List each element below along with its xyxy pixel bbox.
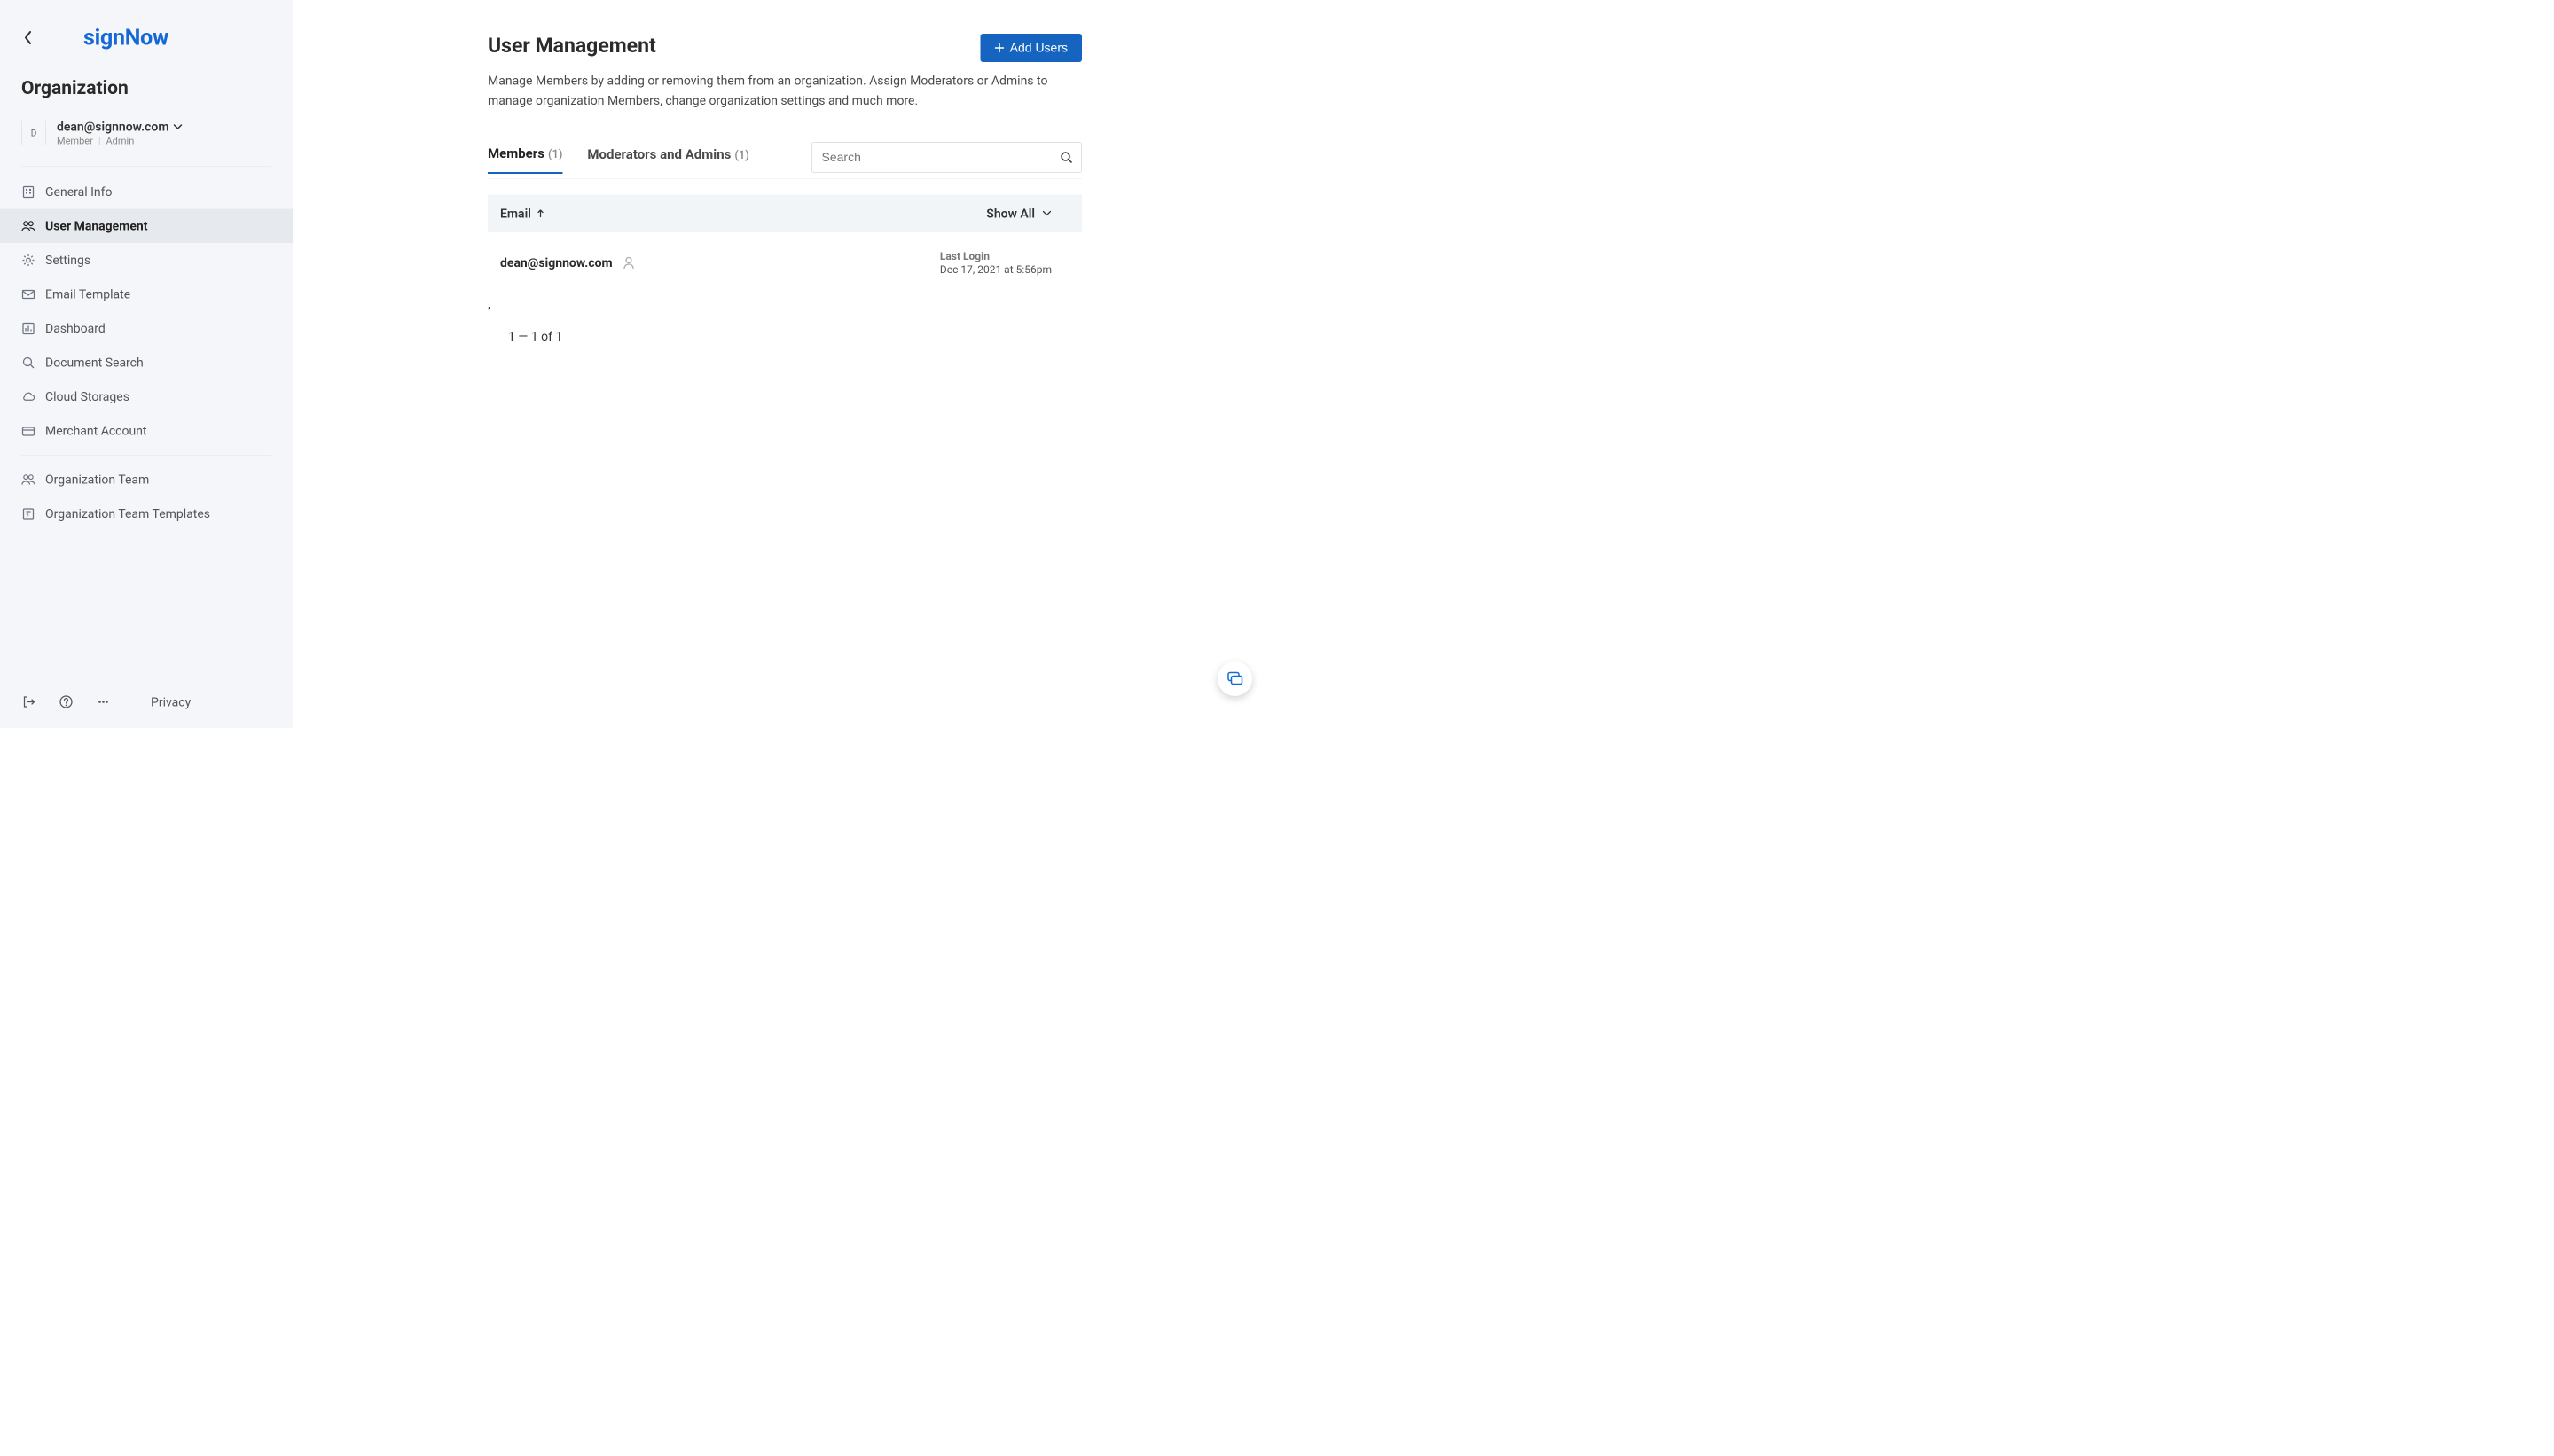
column-header-email: Email xyxy=(500,206,531,221)
tabs-row: Members (1) Moderators and Admins (1) xyxy=(488,142,1082,179)
brand-logo: signNow xyxy=(83,25,168,51)
add-users-button[interactable]: Add Users xyxy=(981,34,1082,62)
users-icon xyxy=(21,473,35,487)
page-title: User Management xyxy=(488,34,656,58)
sidebar-item-label: Dashboard xyxy=(45,321,106,336)
tab-label: Members xyxy=(488,146,544,162)
sidebar-item-organization-team-templates[interactable]: T Organization Team Templates xyxy=(0,497,293,531)
show-all-dropdown[interactable]: Show All xyxy=(986,206,1069,221)
search-icon xyxy=(21,356,35,370)
users-icon xyxy=(21,219,35,233)
sort-email-button[interactable]: Email xyxy=(500,206,544,221)
sidebar-item-label: Cloud Storages xyxy=(45,389,129,404)
tab-moderators[interactable]: Moderators and Admins (1) xyxy=(587,147,748,174)
chevron-down-icon xyxy=(174,123,183,129)
svg-text:T: T xyxy=(27,513,30,518)
sidebar-item-settings[interactable]: Settings xyxy=(0,243,293,278)
role-divider: | xyxy=(98,136,101,147)
nav-list: General Info User Management Settings Em… xyxy=(0,175,293,448)
sidebar-item-label: Settings xyxy=(45,253,90,268)
sidebar-item-cloud-storages[interactable]: Cloud Storages xyxy=(0,380,293,414)
tab-label: Moderators and Admins xyxy=(587,147,731,163)
building-icon xyxy=(21,184,35,199)
sidebar-item-dashboard[interactable]: Dashboard xyxy=(0,311,293,346)
table-row[interactable]: dean@signnow.com Last Login Dec 17, 2021… xyxy=(488,232,1082,294)
chevron-left-icon xyxy=(24,31,32,44)
sidebar-item-label: Organization Team Templates xyxy=(45,506,210,521)
sidebar-item-label: Document Search xyxy=(45,356,144,371)
table-header: Email Show All xyxy=(488,194,1082,232)
sidebar-item-label: Organization Team xyxy=(45,473,149,488)
sidebar-item-label: Merchant Account xyxy=(45,424,147,439)
page-description: Manage Members by adding or removing the… xyxy=(488,71,1073,111)
sidebar-item-label: General Info xyxy=(45,184,112,200)
user-icon xyxy=(623,256,635,270)
divider xyxy=(21,167,271,168)
more-button[interactable] xyxy=(96,694,111,709)
sidebar-item-label: Email Template xyxy=(45,287,130,302)
account-switcher[interactable]: D dean@signnow.com Member | Admin xyxy=(21,120,271,147)
row-email: dean@signnow.com xyxy=(500,255,613,270)
tab-count: (1) xyxy=(548,148,562,161)
chat-icon xyxy=(1226,670,1244,688)
sidebar-heading: Organization xyxy=(21,77,271,99)
nav-list-2: Organization Team T Organization Team Te… xyxy=(0,463,293,531)
chat-fab[interactable] xyxy=(1218,661,1252,696)
sidebar-item-user-management[interactable]: User Management xyxy=(0,209,293,244)
account-email: dean@signnow.com xyxy=(57,120,169,135)
template-icon: T xyxy=(21,506,35,521)
logout-button[interactable] xyxy=(21,694,36,709)
show-all-label: Show All xyxy=(986,206,1035,221)
sidebar-item-email-template[interactable]: Email Template xyxy=(0,278,293,312)
back-button[interactable] xyxy=(21,31,35,44)
sidebar-item-general-info[interactable]: General Info xyxy=(0,175,293,209)
search-input[interactable] xyxy=(811,142,1082,173)
sidebar: signNow Organization D dean@signnow.com … xyxy=(0,0,293,728)
account-role-admin: Admin xyxy=(106,136,135,147)
add-users-label: Add Users xyxy=(1010,41,1068,55)
sidebar-item-organization-team[interactable]: Organization Team xyxy=(0,463,293,497)
sidebar-item-document-search[interactable]: Document Search xyxy=(0,346,293,380)
card-icon xyxy=(21,424,35,438)
gear-icon xyxy=(21,253,35,267)
avatar: D xyxy=(21,121,46,145)
account-role-member: Member xyxy=(57,136,93,147)
chart-icon xyxy=(21,321,35,335)
divider xyxy=(21,455,271,456)
tab-count: (1) xyxy=(734,149,748,162)
stray-comma: , xyxy=(488,296,1082,311)
sidebar-item-label: User Management xyxy=(45,219,148,234)
envelope-icon xyxy=(21,287,35,301)
last-login-value: Dec 17, 2021 at 5:56pm xyxy=(940,263,1052,276)
chevron-down-icon xyxy=(1042,210,1052,216)
last-login-label: Last Login xyxy=(940,250,1052,262)
plus-icon xyxy=(995,43,1005,53)
help-button[interactable] xyxy=(59,694,74,709)
tab-members[interactable]: Members (1) xyxy=(488,146,562,175)
main-content: User Management Add Users Manage Members… xyxy=(293,0,1277,728)
pagination: 1 — 1 of 1 xyxy=(488,329,1082,344)
sidebar-item-merchant-account[interactable]: Merchant Account xyxy=(0,414,293,449)
privacy-link[interactable]: Privacy xyxy=(151,694,191,709)
sidebar-footer: Privacy xyxy=(0,676,293,728)
cloud-icon xyxy=(21,389,35,403)
arrow-up-icon xyxy=(537,209,544,218)
